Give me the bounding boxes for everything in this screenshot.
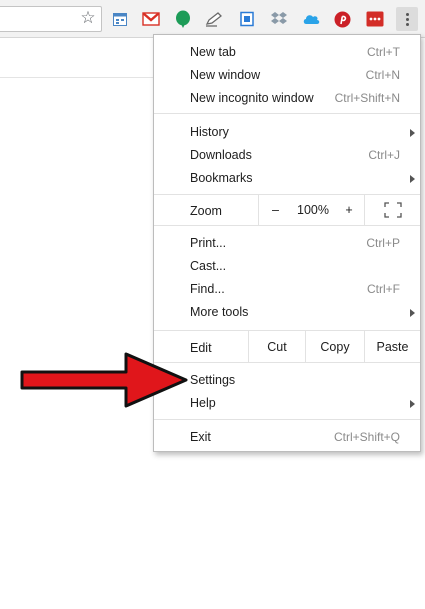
menu-item-more-tools[interactable]: More tools: [154, 301, 420, 324]
edit-row: Edit Cut Copy Paste: [154, 330, 420, 363]
menu-item-history[interactable]: History: [154, 121, 420, 144]
menu-item-label: Print...: [190, 236, 227, 250]
menu-item-label: Help: [190, 396, 216, 410]
dropbox-icon[interactable]: [270, 10, 288, 28]
menu-item-label: History: [190, 125, 229, 139]
menu-separator: [154, 419, 420, 420]
screen-share-icon[interactable]: [238, 10, 256, 28]
zoom-row: Zoom – 100% +: [154, 194, 420, 226]
zoom-out-label: –: [272, 203, 279, 217]
menu-item-bookmarks[interactable]: Bookmarks: [154, 167, 420, 190]
menu-item-shortcut: Ctrl+F: [367, 282, 400, 296]
menu-item-shortcut: Ctrl+J: [368, 148, 400, 162]
zoom-in-button[interactable]: +: [334, 195, 364, 225]
cloud-icon[interactable]: [302, 10, 320, 28]
fullscreen-icon: [383, 202, 402, 218]
paste-button[interactable]: Paste: [364, 331, 420, 362]
menu-item-new-incognito-window[interactable]: New incognito window Ctrl+Shift+N: [154, 87, 420, 110]
calendar-icon[interactable]: [111, 10, 129, 28]
evernote-icon[interactable]: [174, 10, 192, 28]
menu-item-settings[interactable]: Settings: [154, 369, 420, 392]
edit-label: Edit: [190, 341, 212, 355]
zoom-out-button[interactable]: –: [258, 195, 292, 225]
menu-item-shortcut: Ctrl+N: [365, 68, 400, 82]
menu-item-find[interactable]: Find... Ctrl+F: [154, 278, 420, 301]
menu-item-label: New tab: [190, 45, 236, 59]
cut-button[interactable]: Cut: [248, 331, 305, 362]
menu-item-label: More tools: [190, 305, 249, 319]
cut-label: Cut: [267, 339, 287, 354]
menu-item-shortcut: Ctrl+P: [366, 236, 400, 250]
zoom-level: 100%: [292, 195, 334, 225]
menu-item-shortcut: Ctrl+Shift+N: [334, 91, 400, 105]
menu-item-print[interactable]: Print... Ctrl+P: [154, 232, 420, 255]
copy-label: Copy: [320, 339, 350, 354]
menu-item-label: Exit: [190, 430, 211, 444]
menu-item-new-window[interactable]: New window Ctrl+N: [154, 64, 420, 87]
menu-item-label: Cast...: [190, 259, 227, 273]
gmail-icon[interactable]: [142, 10, 160, 28]
pencil-icon[interactable]: [205, 10, 223, 28]
zoom-value: 100%: [297, 203, 329, 217]
menu-item-shortcut: Ctrl+T: [367, 45, 400, 59]
submenu-arrow-icon: [410, 400, 415, 408]
menu-item-exit[interactable]: Exit Ctrl+Shift+Q: [154, 426, 420, 449]
menu-item-label: Settings: [190, 373, 236, 387]
fullscreen-button[interactable]: [364, 195, 420, 225]
pinterest-icon[interactable]: [333, 10, 351, 28]
page-divider: [0, 77, 153, 78]
paste-label: Paste: [376, 339, 409, 354]
menu-item-help[interactable]: Help: [154, 392, 420, 415]
submenu-arrow-icon: [410, 129, 415, 137]
more-vert-icon[interactable]: [396, 7, 418, 31]
browser-toolbar: ☆: [0, 0, 425, 38]
copy-button[interactable]: Copy: [305, 331, 364, 362]
menu-item-downloads[interactable]: Downloads Ctrl+J: [154, 144, 420, 167]
page-content: [0, 39, 153, 609]
zoom-in-label: +: [345, 203, 353, 217]
lastpass-icon[interactable]: [366, 10, 384, 28]
submenu-arrow-icon: [410, 309, 415, 317]
zoom-label: Zoom: [190, 204, 222, 218]
menu-item-cast[interactable]: Cast...: [154, 255, 420, 278]
menu-item-new-tab[interactable]: New tab Ctrl+T: [154, 41, 420, 64]
submenu-arrow-icon: [410, 175, 415, 183]
menu-separator: [154, 113, 420, 114]
star-outline-icon[interactable]: ☆: [79, 8, 97, 28]
menu-item-shortcut: Ctrl+Shift+Q: [333, 430, 400, 444]
chrome-menu: New tab Ctrl+T New window Ctrl+N New inc…: [153, 34, 421, 452]
menu-item-label: Find...: [190, 282, 225, 296]
menu-item-label: Bookmarks: [190, 171, 253, 185]
menu-item-label: New incognito window: [190, 91, 314, 105]
menu-item-label: Downloads: [190, 148, 252, 162]
menu-item-label: New window: [190, 68, 261, 82]
